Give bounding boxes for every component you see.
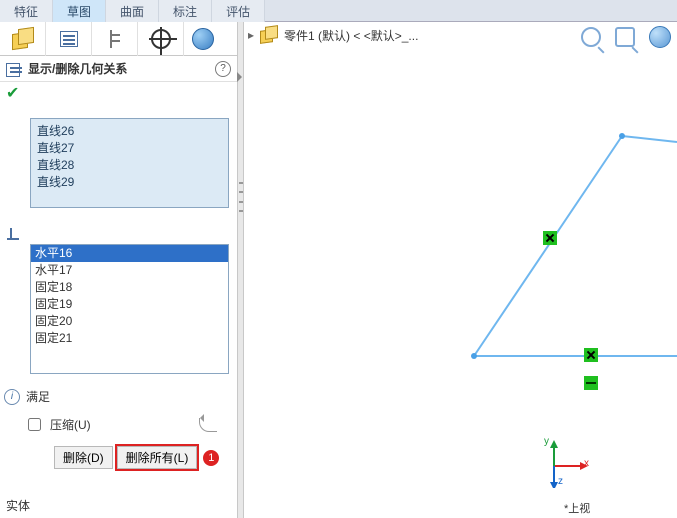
suppress-label: 压缩(U) [50,416,91,433]
entities-listbox[interactable]: 直线26 直线27 直线28 直线29 [30,118,229,208]
tree-icon [106,30,124,48]
sketch-relation-marker[interactable] [543,231,557,245]
feature-manager-tabs [0,22,237,56]
callout-badge: 1 [203,450,219,466]
fm-tab-dimxpert[interactable] [138,22,184,56]
axis-z-label: z [558,476,563,487]
panel-header: 显示/删除几何关系 [0,56,237,82]
origin-triad: x y z [540,438,590,488]
suppress-checkbox[interactable] [28,418,41,431]
list-icon [60,31,78,47]
viewport[interactable]: ▸ 零件1 (默认) < <默认>_... [244,22,677,518]
splitter-grip-icon [239,182,243,212]
suppress-row: 压缩(U) [24,415,237,434]
sketch-relation-marker[interactable] [584,348,598,362]
perpendicular-icon [6,225,22,241]
left-panel: 显示/删除几何关系 ✔ 直线26 直线27 直线28 直线29 水平16 水平1… [0,22,238,518]
button-row: 删除(D) 删除所有(L) 1 [54,446,237,469]
relation-item[interactable]: 固定21 [31,330,228,347]
globe-icon [192,28,214,50]
relations-listbox[interactable]: 水平16 水平17 固定18 固定19 固定20 固定21 [30,244,229,374]
relation-item[interactable]: 水平16 [31,245,228,262]
relation-item[interactable]: 固定20 [31,313,228,330]
sketch-relation-marker[interactable] [584,376,598,390]
delete-all-button[interactable]: 删除所有(L) [117,446,198,469]
status-label: 满足 [26,388,50,405]
relation-item[interactable]: 固定18 [31,279,228,296]
entity-item[interactable]: 直线27 [35,140,224,157]
sketch-canvas [244,22,677,518]
cube-icon [12,28,34,50]
axis-x-label: x [584,458,589,469]
target-icon [151,29,171,49]
ok-button[interactable]: ✔ [6,83,19,103]
tab-evaluate[interactable]: 评估 [212,0,265,22]
relations-header [6,224,237,242]
help-button[interactable] [215,61,231,77]
delete-button[interactable]: 删除(D) [54,446,113,469]
view-name-label: *上视 [564,500,590,516]
fm-tab-property[interactable] [46,22,92,56]
fm-tab-display[interactable] [184,22,237,56]
entity-item[interactable]: 直线29 [35,174,224,191]
relation-item[interactable]: 固定19 [31,296,228,313]
entity-item[interactable]: 直线26 [35,123,224,140]
tab-sketch[interactable]: 草图 [53,0,106,22]
top-tabbar: 特征 草图 曲面 标注 评估 [0,0,677,22]
info-icon [4,389,20,405]
relations-icon [6,61,22,77]
panel-title: 显示/删除几何关系 [28,60,215,77]
footer-entity-label: 实体 [6,497,30,514]
axis-y-label: y [544,436,549,447]
tab-surfaces[interactable]: 曲面 [106,0,159,22]
entity-item[interactable]: 直线28 [35,157,224,174]
tab-annotate[interactable]: 标注 [159,0,212,22]
fm-tab-config[interactable] [92,22,138,56]
tab-features[interactable]: 特征 [0,0,53,22]
status-row: 满足 [4,388,237,405]
fm-tab-model[interactable] [0,22,46,56]
relation-item[interactable]: 水平17 [31,262,228,279]
undo-button[interactable] [199,418,217,432]
